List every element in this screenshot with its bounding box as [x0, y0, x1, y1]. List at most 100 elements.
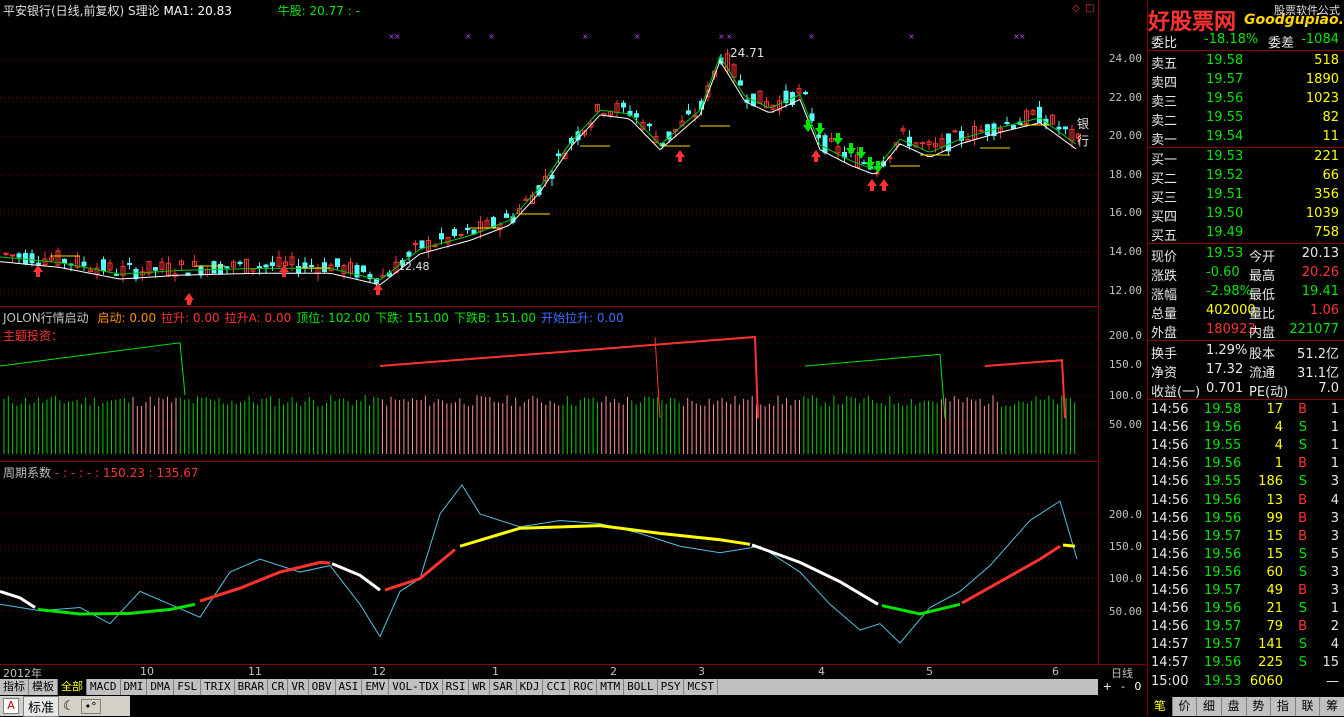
indicator-tab-指标[interactable]: 指标	[0, 679, 29, 695]
stat-row: 现价 19.53 今开 20.13	[1148, 245, 1343, 265]
candle-body	[686, 110, 691, 115]
indicator-tab-dma[interactable]: DMA	[147, 679, 175, 695]
indicator-tab-macd[interactable]: MACD	[87, 679, 121, 695]
indicator-tab-全部[interactable]: 全部	[58, 679, 87, 695]
fundamental-label: 流通	[1249, 366, 1276, 381]
quote-tab-6[interactable]: 联	[1296, 697, 1321, 716]
stat-value: 221077	[1289, 322, 1339, 337]
zoom-reset-button[interactable]: 0	[1134, 680, 1141, 694]
tick-side: B	[1298, 510, 1307, 526]
stat-label: 今开	[1249, 250, 1276, 265]
indicator-tab-brar[interactable]: BRAR	[235, 679, 269, 695]
cycle-smooth-yellow	[1062, 543, 1076, 548]
candle-body	[1037, 106, 1042, 124]
indicator-tab-obv[interactable]: OBV	[309, 679, 336, 695]
indicator-tab-psy[interactable]: PSY	[658, 679, 685, 695]
standard-button[interactable]: 标准	[23, 695, 60, 717]
indicator-tab-kdj[interactable]: KDJ	[517, 679, 544, 695]
buy-price: 19.49	[1206, 225, 1244, 240]
zoom-in-button[interactable]: +	[1103, 680, 1112, 694]
cycle-smooth-red	[961, 544, 1061, 605]
buy-level-row: 买五 19.49 758	[1148, 224, 1343, 244]
quote-tab-4[interactable]: 势	[1247, 697, 1272, 716]
indicator-tab-模板[interactable]: 模板	[29, 679, 58, 695]
quote-tab-1[interactable]: 价	[1173, 697, 1198, 716]
letter-a-icon[interactable]: A	[3, 698, 19, 714]
weibi-row: 委比 -18.18% 委差 -1084	[1148, 31, 1343, 51]
period-label[interactable]: 日线	[1098, 664, 1146, 680]
chart-area[interactable]: 平安银行(日线,前复权) S理论 MA1: 20.83 牛股: 20.77 : …	[0, 0, 1099, 680]
x-label-6: 6	[1052, 665, 1059, 678]
candle-body	[452, 228, 457, 237]
buy-level-row: 买四 19.50 1039	[1148, 205, 1343, 225]
top-marker: ×	[465, 32, 472, 41]
indicator-tab-fsl[interactable]: FSL	[174, 679, 202, 695]
price-pane[interactable]: 平安银行(日线,前复权) S理论 MA1: 20.83 牛股: 20.77 : …	[0, 0, 1098, 307]
tick-side: B	[1298, 402, 1307, 417]
indicator-tab-sar[interactable]: SAR	[490, 679, 517, 695]
low-price-label: 12.48	[398, 260, 430, 273]
tick-price: 19.57	[1204, 619, 1242, 635]
quote-tab-7[interactable]: 筹	[1320, 697, 1344, 716]
tick-row: 14:56 19.56 1 B 1	[1148, 455, 1343, 474]
indicator-tab-asi[interactable]: ASI	[336, 679, 363, 695]
candle-body	[302, 262, 308, 268]
quote-tab-3[interactable]: 盘	[1222, 697, 1247, 716]
tick-row: 14:56 19.57 49 B 3	[1148, 582, 1343, 601]
indicator-tab-cci[interactable]: CCI	[543, 679, 571, 695]
tick-count: 1	[1330, 420, 1339, 436]
stat-row: 涨跌 -0.60 最高 20.26	[1148, 264, 1343, 284]
ma-white-line	[0, 59, 1077, 286]
indicator-tab-mcst[interactable]: MCST	[684, 679, 718, 695]
indicator-tab-rsi[interactable]: RSI	[443, 679, 470, 695]
quote-tab-2[interactable]: 细	[1197, 697, 1222, 716]
jolon-pane[interactable]: JOLON行情启动 启动: 0.00 拉升: 0.00 拉升A: 0.00 顶位: 1…	[0, 307, 1098, 462]
quote-tab-5[interactable]: 指	[1271, 697, 1296, 716]
jolon-ytick: 50.00	[1108, 418, 1142, 431]
jolon-chart[interactable]	[0, 307, 1098, 461]
quote-tab-0[interactable]: 笔	[1148, 697, 1173, 716]
buy-label: 买二	[1151, 172, 1178, 187]
indicator-tab-vol-tdx[interactable]: VOL-TDX	[389, 679, 443, 695]
more-icon[interactable]: •°	[80, 698, 101, 714]
tick-side: B	[1298, 583, 1307, 598]
stat-label: 涨幅	[1151, 288, 1178, 303]
x-axis: 2012年 10 11 12 1 2 3 4 5 6	[0, 664, 1098, 680]
cycle-smooth-red	[384, 548, 456, 592]
stat-label: 总量	[1151, 307, 1178, 322]
indicator-tab-wr[interactable]: WR	[469, 679, 490, 695]
tick-count: 3	[1330, 528, 1339, 544]
cycle-pane[interactable]: 周期系数 - : - : - : 150.23 : 135.67	[0, 462, 1098, 663]
tick-price: 19.55	[1204, 474, 1242, 490]
zoom-out-button[interactable]: -	[1121, 680, 1125, 694]
tick-time: 14:56	[1151, 402, 1189, 417]
indicator-tab-emv[interactable]: EMV	[362, 679, 390, 695]
indicator-tab-boll[interactable]: BOLL	[624, 679, 658, 695]
tick-row: 14:56 19.56 15 S 5	[1148, 546, 1343, 565]
price-ytick: 18.00	[1108, 168, 1142, 181]
tick-count: 1	[1330, 601, 1339, 617]
stat-value: -2.98%	[1206, 284, 1252, 299]
price-chart[interactable]: × × × × × × × × × × × ×	[0, 0, 1098, 306]
top-marker: ×	[718, 32, 725, 41]
moon-icon[interactable]: ☾	[63, 699, 75, 714]
tick-row: 14:56 19.56 60 S 3	[1148, 564, 1343, 583]
top-marker: ×	[1019, 32, 1026, 41]
tick-side: S	[1298, 564, 1307, 580]
indicator-tab-roc[interactable]: ROC	[570, 679, 598, 695]
indicator-tab-cr[interactable]: CR	[268, 679, 289, 695]
indicator-tab-dmi[interactable]: DMI	[121, 679, 148, 695]
tick-volume: 225	[1258, 655, 1283, 671]
indicator-tab-trix[interactable]: TRIX	[201, 679, 235, 695]
cycle-smooth-green	[881, 602, 961, 616]
cycle-chart[interactable]	[0, 462, 1098, 663]
indicator-tab-vr[interactable]: VR	[288, 679, 309, 695]
tick-time: 14:56	[1151, 583, 1189, 598]
tick-volume: 15	[1266, 546, 1283, 562]
tick-time: 14:56	[1151, 528, 1189, 544]
tick-count: 15	[1322, 655, 1339, 671]
fundamental-value: 31.1亿	[1297, 366, 1339, 381]
indicator-tab-mtm[interactable]: MTM	[597, 679, 625, 695]
candle-body	[809, 113, 815, 121]
buy-arrow-icon	[811, 150, 821, 162]
